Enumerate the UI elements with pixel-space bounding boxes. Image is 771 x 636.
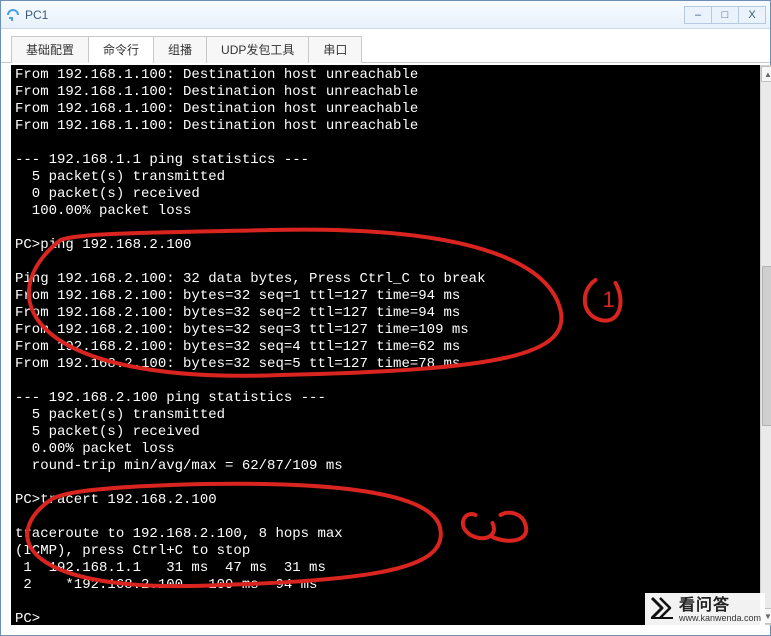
tab-udp-tool[interactable]: UDP发包工具 (206, 36, 309, 63)
watermark: 看问答 www.kanwenda.com (645, 593, 765, 628)
close-button[interactable]: X (738, 6, 766, 24)
tab-multicast[interactable]: 组播 (153, 36, 207, 63)
window-controls: – □ X (685, 6, 766, 24)
scroll-track[interactable] (761, 82, 771, 608)
minimize-button[interactable]: – (684, 6, 712, 24)
watermark-text-url: www.kanwenda.com (679, 614, 761, 623)
maximize-button[interactable]: □ (711, 6, 739, 24)
terminal-output[interactable]: From 192.168.1.100: Destination host unr… (11, 65, 760, 625)
app-icon (5, 7, 21, 23)
terminal-container: From 192.168.1.100: Destination host unr… (11, 65, 760, 625)
scroll-up-button[interactable]: ▲ (761, 66, 771, 82)
watermark-logo-icon (649, 595, 675, 626)
watermark-text-cn: 看问答 (679, 598, 761, 614)
app-window: PC1 – □ X 基础配置 命令行 组播 UDP发包工具 串口 From 19… (0, 0, 771, 636)
tab-serial[interactable]: 串口 (308, 36, 362, 63)
scrollbar[interactable]: ▲ ▼ (760, 65, 771, 625)
scroll-thumb[interactable] (762, 266, 771, 426)
titlebar: PC1 – □ X (1, 1, 770, 29)
window-title: PC1 (25, 8, 685, 22)
tab-command-line[interactable]: 命令行 (88, 36, 154, 63)
tab-bar: 基础配置 命令行 组播 UDP发包工具 串口 (1, 29, 770, 63)
tab-basic-config[interactable]: 基础配置 (11, 36, 89, 63)
